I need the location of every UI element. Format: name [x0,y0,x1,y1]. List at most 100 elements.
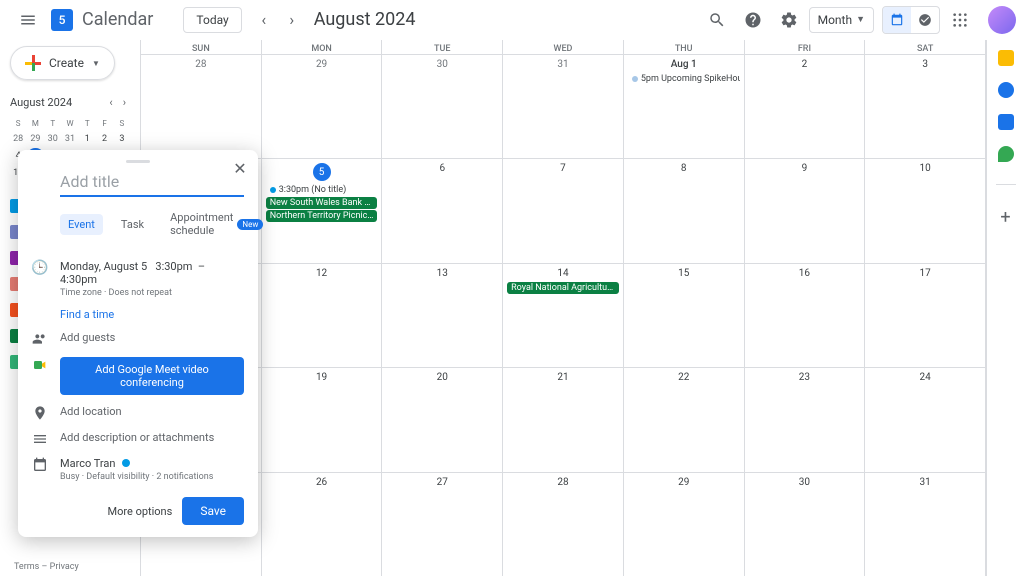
day-number: 26 [264,475,380,490]
day-cell[interactable]: 6 [382,159,503,262]
calendar-event[interactable]: 5pm Upcoming SpikeHour [628,73,740,85]
day-cell[interactable]: 15 [624,264,745,367]
add-panel-button[interactable]: + [1000,207,1010,228]
save-button[interactable]: Save [182,497,244,525]
day-cell[interactable]: 24 [865,368,986,471]
calendar-event[interactable]: Northern Territory Picnic Day (Northe [266,210,378,222]
mini-cal-dow: T [45,117,61,130]
day-cell[interactable]: 19 [262,368,383,471]
mini-cal-day[interactable]: 3 [114,131,130,147]
dow-header: WED [503,40,624,54]
contacts-icon[interactable] [998,114,1014,130]
header: 5 Calendar Today ‹ › August 2024 Month ▼ [0,0,1024,40]
chevron-down-icon: ▼ [92,59,100,68]
day-cell[interactable]: 16 [745,264,866,367]
event-title-input[interactable] [60,168,244,197]
repeat-text[interactable]: Time zone · Does not repeat [60,288,244,298]
day-cell[interactable]: 29 [624,473,745,576]
day-cell[interactable]: 10 [865,159,986,262]
mini-cal-day[interactable]: 2 [96,131,112,147]
day-number: 24 [867,370,983,385]
view-selector[interactable]: Month ▼ [809,7,874,33]
mini-cal-day[interactable]: 1 [79,131,95,147]
event-date[interactable]: Monday, August 5 [60,260,147,273]
mini-cal-prev[interactable]: ‹ [105,94,116,111]
add-meet-button[interactable]: Add Google Meet video conferencing [60,357,244,395]
day-number: 2 [747,57,863,72]
day-cell[interactable]: 22 [624,368,745,471]
mini-cal-next[interactable]: › [119,94,130,111]
month-nav: ‹ › [250,6,306,34]
day-cell[interactable]: 28 [503,473,624,576]
day-number: 7 [505,161,621,176]
day-cell[interactable]: 26 [262,473,383,576]
main-menu-button[interactable] [8,0,48,40]
day-cell[interactable]: 14Royal National Agricultural Show Day [503,264,624,367]
organizer-sub[interactable]: Busy · Default visibility · 2 notificati… [60,472,244,482]
day-cell[interactable]: 23 [745,368,866,471]
day-cell[interactable]: 31 [865,473,986,576]
calendar-event[interactable]: 3:30pm (No title) [266,184,378,196]
day-cell[interactable]: 21 [503,368,624,471]
tasks-icon[interactable] [998,82,1014,98]
search-button[interactable] [701,4,733,36]
day-cell[interactable]: 53:30pm (No title)New South Wales Bank H… [262,159,383,262]
calendar-event[interactable]: New South Wales Bank Holiday (New [266,197,378,209]
day-cell[interactable]: 29 [262,55,383,158]
day-cell[interactable]: 27 [382,473,503,576]
event-end-time[interactable]: 4:30pm [60,273,97,286]
today-button[interactable]: Today [183,7,241,33]
find-time-link[interactable]: Find a time [60,308,244,321]
next-month-button[interactable]: › [278,6,306,34]
mini-cal-dow: F [96,117,112,130]
terms-link[interactable]: Terms [14,562,39,572]
mini-cal-dow: S [10,117,26,130]
tab-event[interactable]: Event [60,214,103,235]
organizer-name[interactable]: Marco Tran [60,457,116,470]
add-description-field[interactable]: Add description or attachments [60,431,244,444]
account-avatar[interactable] [988,6,1016,34]
mini-cal-day[interactable]: 31 [62,131,78,147]
prev-month-button[interactable]: ‹ [250,6,278,34]
add-guests-field[interactable]: Add guests [60,331,244,344]
description-icon [32,431,48,447]
close-button[interactable]: ✕ [228,156,252,180]
day-cell[interactable]: 28 [141,55,262,158]
settings-button[interactable] [773,4,805,36]
day-cell[interactable]: 31 [503,55,624,158]
more-options-button[interactable]: More options [108,505,173,518]
chevron-down-icon: ▼ [856,14,865,25]
video-icon [32,357,48,373]
day-cell[interactable]: 2 [745,55,866,158]
day-number: 10 [867,161,983,176]
day-cell[interactable]: 9 [745,159,866,262]
help-button[interactable] [737,4,769,36]
calendar-view-button[interactable] [883,7,911,33]
day-cell[interactable]: 7 [503,159,624,262]
privacy-link[interactable]: Privacy [50,562,79,572]
mini-cal-day[interactable]: 28 [10,131,26,147]
footer-links: Terms – Privacy [14,562,79,572]
day-cell[interactable]: Aug 15pm Upcoming SpikeHour [624,55,745,158]
tasks-view-button[interactable] [911,7,939,33]
create-button[interactable]: Create ▼ [10,46,115,80]
day-cell[interactable]: 30 [745,473,866,576]
mini-cal-dow: W [62,117,78,130]
tab-appointment[interactable]: Appointment schedule New [162,207,271,241]
day-cell[interactable]: 17 [865,264,986,367]
tab-task[interactable]: Task [113,214,152,235]
calendar-event[interactable]: Royal National Agricultural Show Day [507,282,619,294]
keep-icon[interactable] [998,50,1014,66]
mini-cal-day[interactable]: 30 [45,131,61,147]
day-cell[interactable]: 30 [382,55,503,158]
add-location-field[interactable]: Add location [60,405,244,418]
day-cell[interactable]: 20 [382,368,503,471]
event-start-time[interactable]: 3:30pm [155,260,192,273]
day-cell[interactable]: 12 [262,264,383,367]
apps-button[interactable] [944,4,976,36]
day-cell[interactable]: 13 [382,264,503,367]
mini-cal-day[interactable]: 29 [27,131,43,147]
maps-icon[interactable] [998,146,1014,162]
day-cell[interactable]: 3 [865,55,986,158]
day-cell[interactable]: 8 [624,159,745,262]
